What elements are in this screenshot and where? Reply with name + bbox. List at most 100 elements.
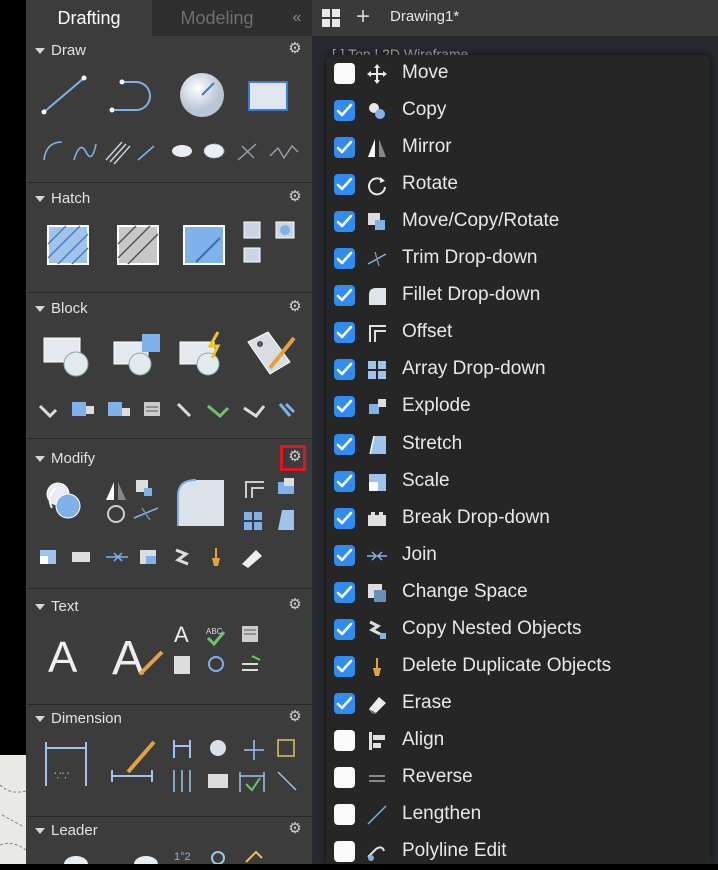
menu-item[interactable]: Move <box>326 55 710 92</box>
move-copy-tool-icon[interactable] <box>42 478 92 526</box>
tab-drafting[interactable]: Drafting <box>26 0 152 36</box>
dimension-tools-icon[interactable] <box>170 736 304 794</box>
menu-item-label: Rotate <box>402 173 458 195</box>
checkbox-checked[interactable] <box>334 581 355 603</box>
checkbox-checked[interactable] <box>334 359 355 381</box>
section-header-hatch[interactable]: Hatch ⚙ <box>26 188 312 210</box>
section-header-dimension[interactable]: Dimension ⚙ <box>26 708 312 730</box>
new-tab-button[interactable]: + <box>356 3 370 31</box>
checkbox-checked[interactable] <box>334 470 355 492</box>
modify-small-tools-icon[interactable] <box>36 544 304 570</box>
checkbox-checked[interactable] <box>334 322 355 344</box>
menu-item[interactable]: Copy Nested Objects <box>326 611 710 648</box>
checkbox-checked[interactable] <box>334 396 355 418</box>
menu-item-label: Lengthen <box>402 803 482 824</box>
checkbox-checked[interactable] <box>334 655 355 677</box>
section-modify: Modify <box>26 448 312 589</box>
menu-item[interactable]: Join <box>326 537 710 574</box>
menu-item[interactable]: Lengthen <box>326 796 710 833</box>
modify-tools-right-icon[interactable] <box>240 476 304 534</box>
collapse-palette-button[interactable]: « <box>282 0 312 36</box>
menu-item[interactable]: Copy <box>326 92 710 129</box>
menu-item[interactable]: Array Drop-down <box>326 351 710 388</box>
checkbox-checked[interactable] <box>334 692 355 714</box>
gear-icon[interactable]: ⚙ <box>287 821 303 837</box>
gear-icon[interactable]: ⚙ <box>287 41 303 57</box>
fillet-icon <box>369 288 386 306</box>
background-sketch <box>0 755 26 864</box>
gear-icon[interactable]: ⚙ <box>287 597 303 613</box>
menu-item[interactable]: Align <box>326 722 710 759</box>
fillet-tool-icon[interactable] <box>174 476 230 530</box>
checkbox-checked[interactable] <box>334 285 355 307</box>
menu-item-label: Align <box>402 728 445 750</box>
gradient-tool-icon[interactable] <box>110 218 166 270</box>
dimension-tool-icon[interactable]: ∵∵ <box>42 738 92 790</box>
collapse-arrow-icon <box>35 716 45 722</box>
insert-block-icon[interactable] <box>40 330 96 380</box>
checkbox-checked[interactable] <box>334 507 355 529</box>
checkbox-checked[interactable] <box>334 433 355 455</box>
menu-item[interactable]: Change Space <box>326 574 710 611</box>
menu-item[interactable]: Break Drop-down <box>326 500 710 537</box>
rectangle-tool-icon[interactable] <box>244 74 296 118</box>
menu-item[interactable]: Trim Drop-down <box>326 240 710 277</box>
gear-icon[interactable]: ⚙ <box>287 189 303 205</box>
section-header-draw[interactable]: Draw ⚙ <box>26 40 312 62</box>
checkbox-unchecked[interactable] <box>334 804 355 825</box>
section-header-block[interactable]: Block ⚙ <box>26 298 312 320</box>
checkbox-unchecked[interactable] <box>334 841 355 863</box>
polyline-tool-icon[interactable] <box>106 72 158 118</box>
single-line-text-icon[interactable]: A <box>44 626 90 680</box>
document-tab[interactable]: Drawing1* <box>390 8 459 25</box>
hatch-tool-icon[interactable] <box>40 218 96 270</box>
menu-item[interactable]: Fillet Drop-down <box>326 277 710 314</box>
menu-item[interactable]: Offset <box>326 314 710 351</box>
tab-modeling[interactable]: Modeling <box>152 0 282 36</box>
lengthen-icon <box>367 805 387 825</box>
block-editor-icon[interactable] <box>176 330 232 380</box>
checkbox-checked[interactable] <box>334 100 355 122</box>
grid-view-icon[interactable] <box>322 9 340 27</box>
text-tools-icon[interactable]: A ABC <box>172 620 302 682</box>
menu-item[interactable]: Move/Copy/Rotate <box>326 203 710 240</box>
gear-icon[interactable]: ⚙ <box>287 709 303 725</box>
section-header-leader[interactable]: Leader ⚙ <box>26 820 312 842</box>
menu-item[interactable]: Polyline Edit <box>326 833 710 870</box>
section-title-draw: Draw <box>51 42 87 59</box>
gear-icon[interactable]: ⚙ <box>287 299 303 315</box>
multiline-text-icon[interactable]: A <box>110 624 170 682</box>
menu-item[interactable]: Mirror <box>326 129 710 166</box>
checkbox-checked[interactable] <box>334 544 355 566</box>
modify-tools-column-icon[interactable] <box>102 478 164 528</box>
checkbox-unchecked[interactable] <box>334 766 355 788</box>
section-leader: Leader ⚙ 1°2 <box>26 820 312 864</box>
block-attribute-icon[interactable] <box>242 328 302 380</box>
circle-tool-icon[interactable] <box>176 70 228 120</box>
menu-item[interactable]: Reverse <box>326 759 710 796</box>
region-tool-icon[interactable] <box>240 218 300 270</box>
menu-item[interactable]: Explode <box>326 388 710 425</box>
draw-small-tools-icon[interactable] <box>38 136 302 168</box>
dimension-style-icon[interactable] <box>108 736 164 790</box>
menu-item[interactable]: Erase <box>326 685 710 722</box>
boundary-tool-icon[interactable] <box>176 218 232 270</box>
menu-item[interactable]: Rotate <box>326 166 710 203</box>
menu-item[interactable]: Delete Duplicate Objects <box>326 648 710 685</box>
menu-item[interactable]: Stretch <box>326 426 710 463</box>
checkbox-unchecked[interactable] <box>334 729 355 751</box>
section-header-text[interactable]: Text ⚙ <box>26 596 312 618</box>
menu-item[interactable]: Scale <box>326 463 710 500</box>
checkbox-unchecked[interactable] <box>334 63 355 84</box>
checkbox-checked[interactable] <box>334 137 355 159</box>
section-header-modify[interactable]: Modify <box>26 448 312 470</box>
create-block-icon[interactable] <box>110 330 166 380</box>
leader-tools-icon[interactable]: 1°2 <box>56 848 296 864</box>
checkbox-checked[interactable] <box>334 248 355 270</box>
block-small-tools-icon[interactable] <box>36 398 304 422</box>
line-tool-icon[interactable] <box>40 72 92 118</box>
erase-icon <box>368 696 386 714</box>
checkbox-checked[interactable] <box>334 174 355 196</box>
checkbox-checked[interactable] <box>334 211 355 233</box>
checkbox-checked[interactable] <box>334 618 355 640</box>
